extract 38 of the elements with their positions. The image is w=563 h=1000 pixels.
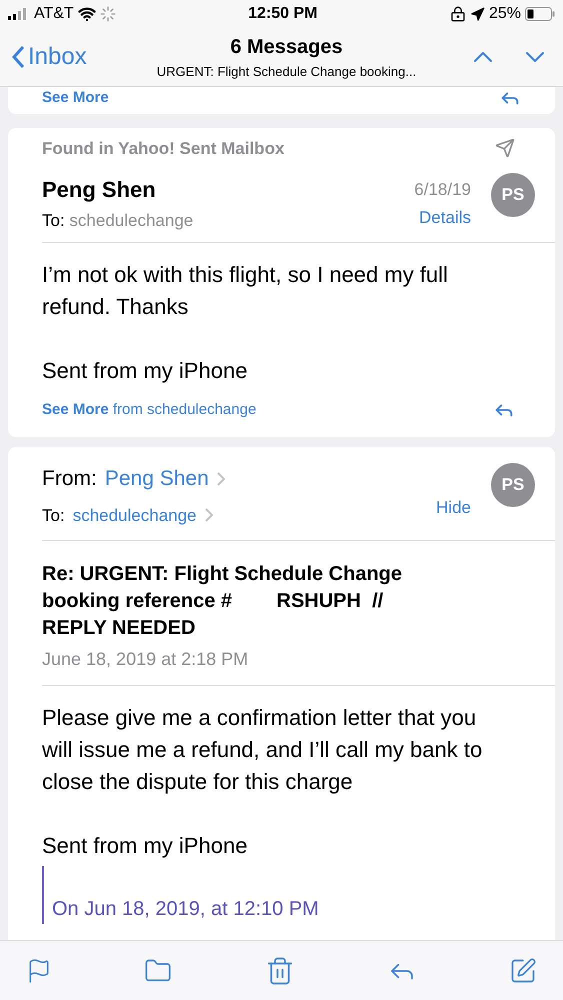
sender-name: Peng Shen: [42, 176, 157, 204]
avatar: PS: [491, 173, 535, 217]
compose-icon[interactable]: [509, 956, 537, 984]
subject: Re: URGENT: Flight Schedule Change booking reference # RSHUPH // REPLY NEEDED: [42, 562, 404, 641]
spinner-icon: [100, 6, 116, 22]
chevron-icon: [204, 508, 213, 522]
message-text: Please give me a confirmation letter that you will issue me a refund, and I’ll call my bank to close the dispute for this charge: [42, 704, 484, 796]
hide-link[interactable]: Hide: [436, 495, 471, 520]
details-link[interactable]: Details: [419, 204, 471, 230]
recipient-link[interactable]: schedulechange: [72, 502, 197, 528]
message-date: 6/18/19: [414, 179, 471, 201]
clock: 12:50 PM: [248, 4, 318, 24]
recipient: schedulechange: [69, 211, 194, 230]
from-label: From:: [42, 466, 97, 492]
thread-subject: URGENT: Flight Schedule Change booking...: [156, 63, 416, 82]
quote-header: On Jun 18, 2019, at 12:10 PM: [52, 897, 320, 922]
see-more-link[interactable]: See More from schedulechange: [42, 398, 256, 421]
chevron-icon: [216, 472, 225, 486]
mailbox-label: Found in Yahoo! Sent Mailbox: [42, 138, 284, 160]
wifi-icon: [78, 5, 96, 23]
send-icon: [495, 138, 515, 158]
message-date: June 18, 2019 at 2:18 PM: [42, 648, 250, 671]
battery-icon: [524, 7, 555, 21]
location-icon: [470, 6, 485, 22]
message-text: I’m not ok with this flight, so I need my full refund. Thanks: [42, 260, 449, 320]
avatar: PS: [491, 463, 535, 507]
to-label: To:: [42, 504, 65, 526]
message-text: Sent from my iPhone: [42, 832, 248, 860]
battery-percent: 25%: [488, 4, 521, 24]
to-label: To:: [42, 211, 65, 230]
message-text: Sent from my iPhone: [42, 356, 248, 385]
back-button[interactable]: Inbox: [12, 39, 122, 75]
back-chevron-icon: [12, 46, 24, 68]
sender-link[interactable]: Peng Shen: [104, 463, 209, 494]
carrier: AT&T: [34, 4, 74, 24]
see-more-link[interactable]: See More: [42, 87, 109, 110]
thread-count: 6 Messages: [230, 35, 343, 60]
rotation-lock-icon: [450, 6, 466, 22]
